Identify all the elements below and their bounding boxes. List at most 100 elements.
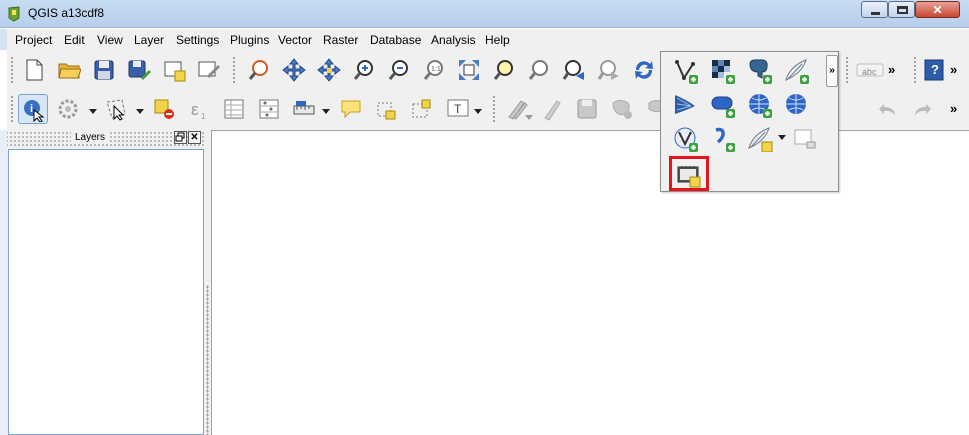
redo-button[interactable] xyxy=(907,94,937,124)
layers-tree[interactable] xyxy=(8,149,204,435)
add-mssql-layer-icon xyxy=(675,95,695,114)
zoom-next-button[interactable] xyxy=(594,55,624,85)
zoom-native-button[interactable]: 1:1 xyxy=(419,55,449,85)
add-wms-layer-button[interactable] xyxy=(743,88,775,120)
zoom-last-button[interactable] xyxy=(559,55,589,85)
menu-settings[interactable]: Settings xyxy=(176,33,219,47)
add-vector-layer-button[interactable] xyxy=(669,54,701,86)
window-title: QGIS a13cdf8 xyxy=(28,6,105,20)
toolbar-extension-chevron[interactable]: » xyxy=(826,55,838,87)
delete-selected-button[interactable] xyxy=(607,94,637,124)
map-canvas[interactable] xyxy=(211,130,969,435)
add-postgis-layer-button[interactable] xyxy=(743,54,775,86)
undo-button[interactable] xyxy=(873,94,903,124)
menu-project[interactable]: Project xyxy=(15,33,52,47)
new-bookmark-icon xyxy=(377,102,396,120)
edits-dropdown-arrow[interactable] xyxy=(525,115,533,120)
refresh-icon xyxy=(635,61,653,79)
add-spatialite-layer-icon xyxy=(785,59,809,84)
close-panel-button[interactable]: ✕ xyxy=(188,131,201,144)
menu-vector[interactable]: Vector xyxy=(278,33,312,47)
zoom-out-button[interactable] xyxy=(384,55,414,85)
new-shapefile-layer-button[interactable] xyxy=(743,122,775,154)
new-bookmark-button[interactable] xyxy=(371,94,401,124)
save-layer-edits-button[interactable] xyxy=(572,94,602,124)
toolbar-grip[interactable] xyxy=(845,56,849,84)
field-calculator-button[interactable]: ε1 xyxy=(184,94,214,124)
open-project-button[interactable] xyxy=(54,55,84,85)
maximize-button[interactable] xyxy=(888,1,915,18)
text-annotation-button[interactable]: T xyxy=(443,94,473,124)
save-as-button[interactable] xyxy=(124,55,154,85)
delete-selected-icon xyxy=(612,100,632,119)
add-wfs-layer-button[interactable] xyxy=(669,122,701,154)
toolbar-more-chevron-1[interactable]: » xyxy=(888,62,895,77)
minimize-button[interactable] xyxy=(861,1,888,18)
zoom-to-selection-button[interactable] xyxy=(524,55,554,85)
save-project-button[interactable] xyxy=(89,55,119,85)
maximize-icon xyxy=(897,6,908,14)
toggle-editing-button[interactable] xyxy=(537,94,567,124)
pan-map-to-selection-button[interactable] xyxy=(314,55,344,85)
composer-manager-button[interactable] xyxy=(194,55,224,85)
add-spatialite-layer-button[interactable] xyxy=(780,54,812,86)
select-by-polygon-button[interactable] xyxy=(101,94,131,124)
pan-to-selection-button[interactable] xyxy=(244,55,274,85)
pan-button[interactable] xyxy=(279,55,309,85)
measure-line-button[interactable] xyxy=(289,94,319,124)
new-layer-dropdown-arrow[interactable] xyxy=(778,135,786,140)
help-contents-button[interactable]: ? xyxy=(919,55,949,85)
measure-dropdown-arrow[interactable] xyxy=(322,109,330,114)
refresh-button[interactable] xyxy=(629,55,659,85)
zoom-in-button[interactable] xyxy=(349,55,379,85)
toolbar-more-chevron-2[interactable]: » xyxy=(950,62,957,77)
select-dropdown-arrow[interactable] xyxy=(89,109,97,114)
toolbar-grip[interactable] xyxy=(492,95,496,123)
new-project-button[interactable] xyxy=(19,55,49,85)
toolbar-grip[interactable] xyxy=(232,56,236,84)
menu-database[interactable]: Database xyxy=(370,33,421,47)
menu-view[interactable]: View xyxy=(97,33,123,47)
add-postgis-layer-icon xyxy=(749,59,772,84)
window-left-edge xyxy=(0,130,7,435)
add-oracle-layer-button[interactable] xyxy=(706,88,738,120)
menu-help[interactable]: Help xyxy=(485,33,510,47)
menu-layer[interactable]: Layer xyxy=(134,33,164,47)
show-bookmarks-button[interactable] xyxy=(406,94,436,124)
statistical-summary-button[interactable] xyxy=(254,94,284,124)
annotation-dropdown-arrow[interactable] xyxy=(474,109,482,114)
select-by-polygon-dropdown-arrow[interactable] xyxy=(136,109,144,114)
identify-features-button[interactable]: i xyxy=(18,94,48,124)
menu-raster[interactable]: Raster xyxy=(323,33,358,47)
float-panel-button[interactable] xyxy=(174,131,187,144)
zoom-full-button[interactable] xyxy=(454,55,484,85)
label-tool-button[interactable]: abc xyxy=(852,55,888,85)
attribute-table-button[interactable] xyxy=(219,94,249,124)
add-raster-layer-button[interactable] xyxy=(706,54,738,86)
add-delimited-text-button[interactable] xyxy=(706,122,738,154)
toolbar-more-chevron-3[interactable]: » xyxy=(950,101,957,116)
new-memory-layer-button[interactable] xyxy=(789,122,821,154)
toolbar-grip[interactable] xyxy=(913,56,917,84)
select-features-button[interactable] xyxy=(53,94,83,124)
toolbar-grip[interactable] xyxy=(10,95,14,123)
add-delimited-text-icon xyxy=(715,127,735,152)
map-tips-button[interactable] xyxy=(336,94,366,124)
menu-analysis[interactable]: Analysis xyxy=(431,33,476,47)
add-wcs-layer-button[interactable] xyxy=(780,88,812,120)
splitter-grip[interactable] xyxy=(206,285,209,435)
menu-edit[interactable]: Edit xyxy=(64,33,85,47)
composer-manager-icon xyxy=(198,61,220,78)
save-as-icon xyxy=(128,60,151,80)
zoom-to-layer-button[interactable] xyxy=(489,55,519,85)
panel-splitter[interactable] xyxy=(204,130,211,435)
toolbar-grip[interactable] xyxy=(10,56,14,84)
add-mssql-layer-button[interactable] xyxy=(669,88,701,120)
deselect-all-button[interactable] xyxy=(149,94,179,124)
menu-plugins[interactable]: Plugins xyxy=(230,33,269,47)
new-print-composer-button[interactable] xyxy=(159,55,189,85)
open-project-icon xyxy=(58,63,81,79)
save-edits-icon xyxy=(577,99,597,119)
zoom-last-icon xyxy=(562,60,584,80)
close-window-button[interactable]: ✕ xyxy=(915,1,960,18)
